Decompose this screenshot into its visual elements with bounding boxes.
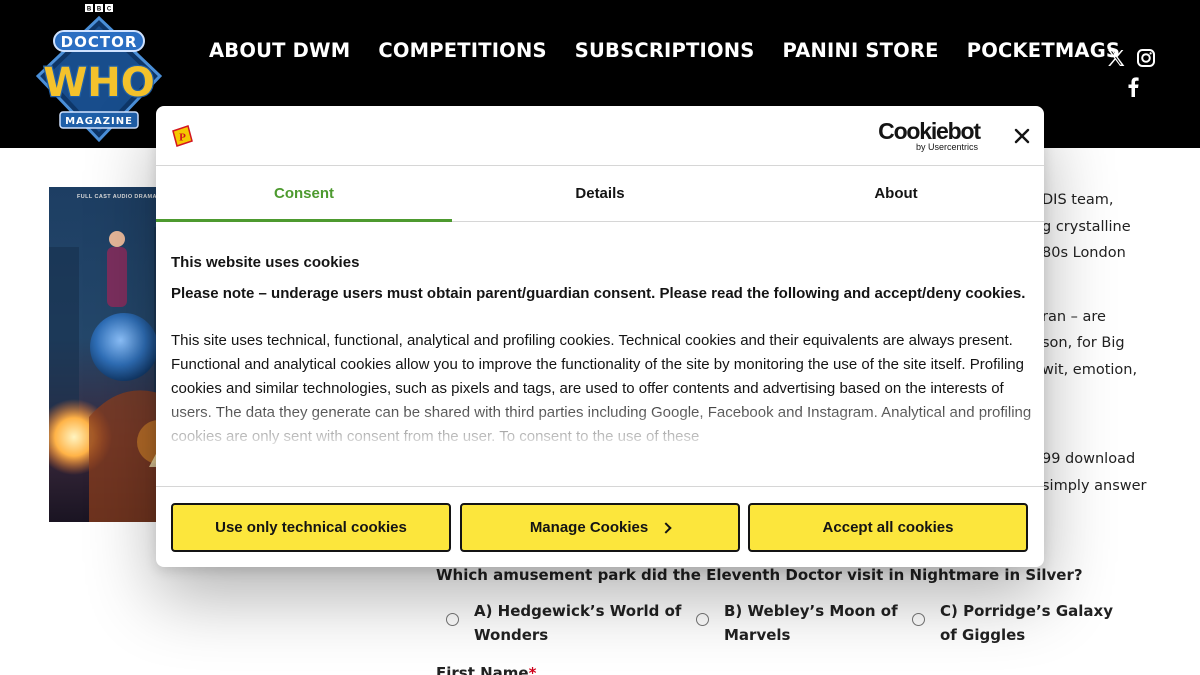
bbc-logo: B B C bbox=[85, 4, 113, 13]
radio-button[interactable] bbox=[912, 613, 925, 626]
required-mark: * bbox=[528, 664, 537, 675]
article-text-line: g crystalline bbox=[1042, 219, 1131, 235]
nav-panini-store[interactable]: PANINI STORE bbox=[783, 39, 939, 62]
answer-label: B) Webley’s Moon of Marvels bbox=[724, 599, 898, 647]
competition-question: Which amusement park did the Eleventh Do… bbox=[436, 566, 1083, 584]
tab-details[interactable]: Details bbox=[452, 166, 748, 221]
dialog-body[interactable]: This website uses cookies Please note – … bbox=[171, 246, 1033, 472]
nav-competitions[interactable]: COMPETITIONS bbox=[378, 39, 546, 62]
cookiebot-logo-name: Cookiebot bbox=[878, 118, 981, 144]
nav-pocketmags[interactable]: POCKETMAGS bbox=[967, 39, 1120, 62]
answer-option-b[interactable]: B) Webley’s Moon of Marvels bbox=[696, 599, 898, 647]
answer-label: A) Hedgewick’s World of Wonders bbox=[474, 599, 681, 647]
article-text-line: 80s London bbox=[1042, 245, 1126, 261]
button-label: Manage Cookies bbox=[529, 519, 649, 536]
article-text-line: 99 download bbox=[1042, 451, 1136, 467]
accept-all-cookies-button[interactable]: Accept all cookies bbox=[748, 503, 1028, 552]
button-label: Use only technical cookies bbox=[215, 519, 407, 536]
dialog-header: P Cookiebot by Usercentrics bbox=[156, 106, 1044, 166]
radio-button[interactable] bbox=[696, 613, 709, 626]
svg-text:WHO: WHO bbox=[43, 60, 155, 106]
tab-about[interactable]: About bbox=[748, 166, 1044, 221]
article-text-line: son, for Big bbox=[1042, 335, 1125, 351]
answer-label-line: Marvels bbox=[724, 626, 791, 644]
article-text-line: simply answer bbox=[1042, 478, 1147, 494]
cookie-consent-dialog: P Cookiebot by Usercentrics Consent Deta… bbox=[156, 106, 1044, 567]
facebook-icon[interactable] bbox=[1126, 77, 1140, 97]
instagram-icon[interactable] bbox=[1136, 48, 1156, 68]
cookie-description: This site uses technical, functional, an… bbox=[171, 332, 1032, 445]
nav-subscriptions[interactable]: SUBSCRIPTIONS bbox=[575, 39, 755, 62]
svg-text:B: B bbox=[87, 7, 92, 13]
consent-note: Please note – underage users must obtain… bbox=[171, 285, 1026, 302]
cover-tag: FULL CAST AUDIO DRAMA bbox=[77, 194, 157, 200]
article-text-line: wit, emotion, bbox=[1042, 362, 1138, 378]
dialog-tabs: Consent Details About bbox=[156, 166, 1044, 222]
answer-label-line: of Giggles bbox=[940, 626, 1026, 644]
x-icon[interactable] bbox=[1106, 48, 1126, 68]
svg-text:C: C bbox=[107, 7, 112, 13]
article-text-line: ran – are bbox=[1042, 309, 1106, 325]
button-label: Accept all cookies bbox=[822, 519, 954, 536]
svg-text:B: B bbox=[97, 7, 102, 13]
svg-text:DOCTOR: DOCTOR bbox=[61, 33, 138, 51]
answer-option-a[interactable]: A) Hedgewick’s World of Wonders bbox=[446, 599, 681, 647]
answer-label-line: B) Webley’s Moon of bbox=[724, 602, 898, 620]
doctor-who-magazine-logo[interactable]: B B C DOCTOR WHO MAGAZINE bbox=[36, 4, 162, 144]
answer-label-line: C) Porridge’s Galaxy bbox=[940, 602, 1113, 620]
panini-logo-icon: P bbox=[172, 125, 193, 147]
chevron-right-icon bbox=[660, 521, 672, 534]
main-nav: ABOUT DWM COMPETITIONS SUBSCRIPTIONS PAN… bbox=[209, 39, 1148, 62]
answer-option-c[interactable]: C) Porridge’s Galaxy of Giggles bbox=[912, 599, 1113, 647]
answer-label-line: Wonders bbox=[474, 626, 549, 644]
use-technical-cookies-button[interactable]: Use only technical cookies bbox=[171, 503, 451, 552]
svg-text:P: P bbox=[179, 132, 186, 144]
svg-text:MAGAZINE: MAGAZINE bbox=[65, 116, 133, 127]
cookiebot-logo[interactable]: Cookiebot by Usercentrics bbox=[878, 118, 981, 153]
nav-about-dwm[interactable]: ABOUT DWM bbox=[209, 39, 350, 62]
manage-cookies-button[interactable]: Manage Cookies bbox=[460, 503, 740, 552]
tab-consent[interactable]: Consent bbox=[156, 166, 452, 222]
first-name-label: First Name* bbox=[436, 664, 536, 675]
divider bbox=[156, 486, 1044, 487]
radio-button[interactable] bbox=[446, 613, 459, 626]
article-text-line: DIS team, bbox=[1042, 192, 1114, 208]
first-name-text: First Name bbox=[436, 664, 529, 675]
dialog-title: This website uses cookies bbox=[171, 254, 360, 271]
close-icon[interactable] bbox=[1011, 125, 1033, 147]
answer-label-line: A) Hedgewick’s World of bbox=[474, 602, 682, 620]
answer-label: C) Porridge’s Galaxy of Giggles bbox=[940, 599, 1113, 647]
